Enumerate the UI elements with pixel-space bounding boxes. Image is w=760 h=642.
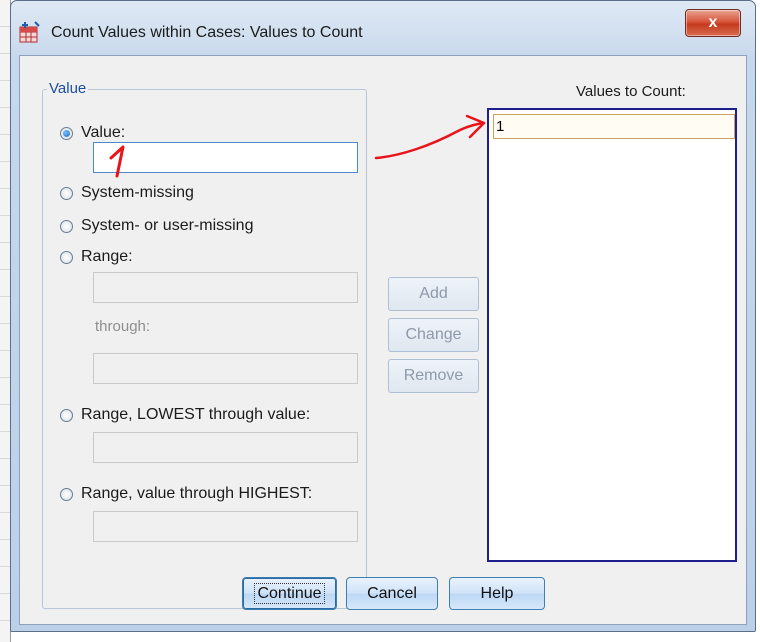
radio-system-missing[interactable]: System-missing — [60, 184, 194, 202]
radio-button[interactable] — [60, 219, 73, 233]
radio-range[interactable]: Range: — [60, 248, 133, 266]
range-lowest-input[interactable] — [93, 432, 358, 463]
add-button[interactable]: Add — [388, 277, 479, 311]
radio-button[interactable] — [60, 250, 73, 264]
cancel-button[interactable]: Cancel — [346, 577, 438, 610]
range-highest-input[interactable] — [93, 511, 358, 542]
radio-range-lowest[interactable]: Range, LOWEST through value: — [60, 406, 310, 424]
count-values-app-icon — [19, 21, 40, 43]
dialog-client-area: Value Value: System-missing System- or u… — [19, 55, 747, 625]
through-label: through: — [95, 318, 151, 335]
radio-system-or-user-missing[interactable]: System- or user-missing — [60, 217, 253, 235]
title-bar: Count Values within Cases: Values to Cou… — [11, 1, 755, 55]
radio-button-checked[interactable] — [60, 126, 73, 140]
radio-button[interactable] — [60, 186, 73, 200]
radio-value-label: Value: — [81, 124, 126, 141]
window-title: Count Values within Cases: Values to Cou… — [51, 24, 363, 41]
dialog-window: Count Values within Cases: Values to Cou… — [10, 0, 756, 632]
remove-button[interactable]: Remove — [388, 359, 479, 393]
values-to-count-list[interactable]: 1 — [487, 108, 737, 562]
close-button[interactable]: x — [685, 9, 741, 37]
list-item[interactable]: 1 — [493, 114, 735, 139]
value-input[interactable] — [93, 142, 358, 173]
radio-value[interactable]: Value: — [60, 124, 125, 142]
value-group-label: Value — [47, 80, 89, 97]
continue-button-label: Continue — [254, 583, 325, 604]
continue-button[interactable]: Continue — [242, 577, 337, 610]
range-low-input[interactable] — [93, 272, 358, 303]
close-icon: x — [708, 14, 718, 31]
help-button[interactable]: Help — [449, 577, 545, 610]
values-to-count-label: Values to Count: — [576, 83, 686, 100]
change-button[interactable]: Change — [388, 318, 479, 352]
radio-range-highest-label: Range, value through HIGHEST: — [81, 485, 313, 502]
radio-button[interactable] — [60, 487, 73, 501]
radio-range-label: Range: — [81, 248, 133, 265]
radio-range-highest[interactable]: Range, value through HIGHEST: — [60, 485, 312, 503]
range-high-input[interactable] — [93, 353, 358, 384]
radio-system-or-user-missing-label: System- or user-missing — [81, 217, 254, 234]
radio-range-lowest-label: Range, LOWEST through value: — [81, 406, 311, 423]
radio-button[interactable] — [60, 408, 73, 422]
radio-system-missing-label: System-missing — [81, 184, 194, 201]
